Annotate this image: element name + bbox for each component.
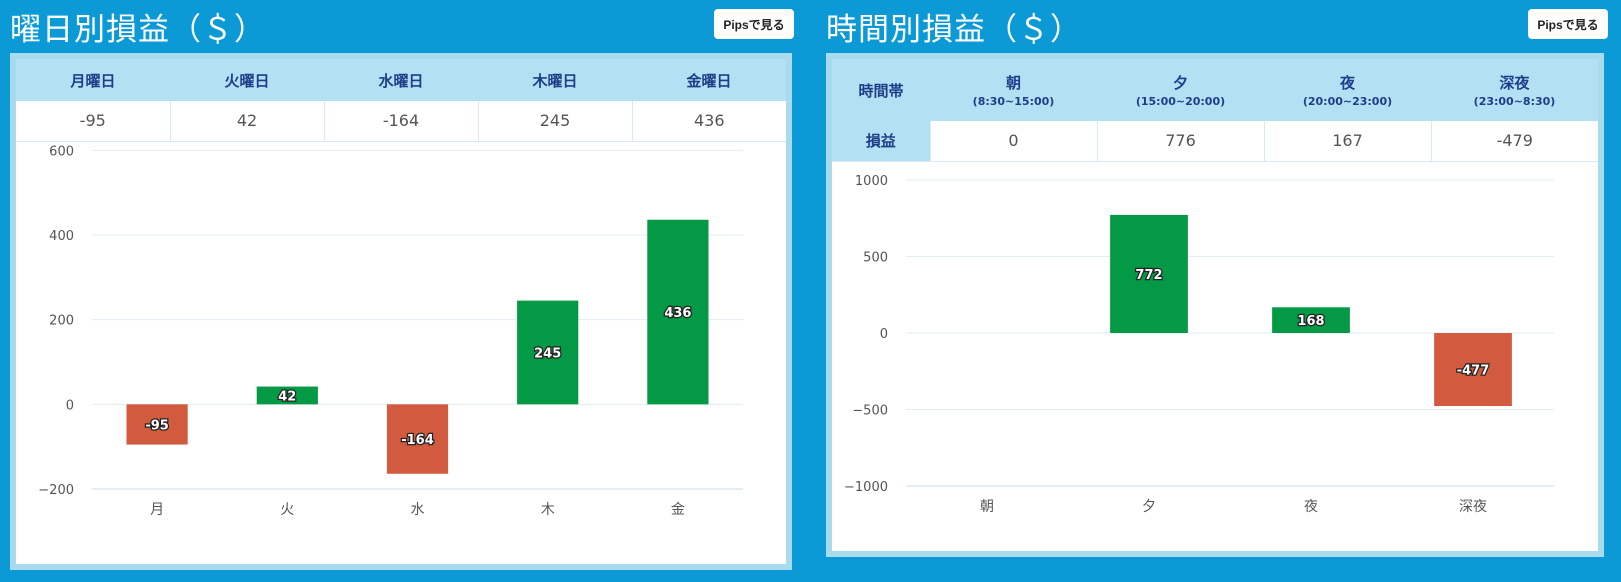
weekday-chart-xtick-label: 火	[280, 502, 294, 518]
timeslot-card: 時間帯 朝 (8:30~15:00) 夕 (15:00~20:00) 夜 (20:00…	[826, 53, 1604, 557]
timeslot-header-night: 夜 (20:00~23:00)	[1264, 59, 1431, 121]
weekday-chart-xtick-label: 月	[150, 502, 164, 518]
weekday-chart: 600 400 200 0 −200 -95 月 42 火 -164 水 245 木 436 金	[38, 144, 743, 518]
weekday-chart-xtick-label: 金	[671, 502, 685, 518]
weekday-chart-data-label: 436	[664, 306, 691, 321]
timeslot-header-evening-range: (15:00~20:00)	[1135, 95, 1226, 108]
timeslot-panel: 時間別損益（＄） Pipsで見る 時間帯 朝 (8:30~15:00) 夕 (15:…	[816, 0, 1621, 582]
weekday-header-fri: 金曜日	[632, 59, 786, 101]
weekday-pips-button[interactable]: Pipsで見る	[714, 9, 794, 39]
timeslot-title: 時間別損益（＄）	[826, 12, 1082, 48]
weekday-value-thu: 245	[478, 101, 633, 142]
timeslot-chart-ytick-label: 1000	[855, 174, 888, 189]
timeslot-chart-xtick-label: 朝	[980, 499, 994, 515]
timeslot-value-latenight: -479	[1431, 121, 1598, 162]
timeslot-header-night-name: 夜	[1339, 74, 1355, 92]
timeslot-chart-xtick-label: 夕	[1142, 499, 1156, 515]
timeslot-chart-data-label: 168	[1297, 314, 1324, 329]
timeslot-header-row: 時間帯 朝 (8:30~15:00) 夕 (15:00~20:00) 夜 (20:00…	[832, 59, 1598, 121]
timeslot-value-night: 167	[1264, 121, 1432, 162]
weekday-chart-data-label: -164	[401, 433, 434, 448]
weekday-value-row: -95 42 -164 245 436	[16, 101, 786, 142]
timeslot-chart-xtick-label: 夜	[1304, 499, 1318, 515]
weekday-value-mon: -95	[16, 101, 171, 142]
weekday-chart-ytick-label: 0	[66, 398, 74, 413]
weekday-chart-data-label: 245	[534, 346, 561, 361]
timeslot-row-header: 時間帯	[832, 59, 930, 121]
weekday-card-inner: 月曜日 火曜日 水曜日 木曜日 金曜日 -95 42 -164 245 436 …	[16, 59, 786, 564]
weekday-chart-ytick-label: 200	[49, 314, 74, 329]
weekday-table: 月曜日 火曜日 水曜日 木曜日 金曜日 -95 42 -164 245 436	[16, 59, 786, 142]
weekday-header-mon: 月曜日	[16, 59, 170, 101]
timeslot-table: 時間帯 朝 (8:30~15:00) 夕 (15:00~20:00) 夜 (20:00…	[832, 59, 1598, 162]
timeslot-value-row: 損益 0 776 167 -479	[832, 121, 1598, 162]
weekday-chart-xtick-label: 木	[541, 502, 555, 518]
weekday-header-wed: 水曜日	[324, 59, 478, 101]
timeslot-value-label: 損益	[832, 121, 931, 162]
timeslot-chart-ytick-label: −500	[852, 404, 888, 419]
timeslot-chart: 1000 500 0 −500 −1000 朝 772 夕 168 夜 -477 深夜	[844, 174, 1554, 515]
timeslot-header-evening-name: 夕	[1172, 74, 1188, 92]
timeslot-chart-data-label: -477	[1457, 363, 1490, 378]
weekday-header-thu: 木曜日	[478, 59, 632, 101]
timeslot-chart-ytick-label: 0	[880, 327, 888, 342]
timeslot-chart-data-label: 772	[1135, 268, 1162, 283]
timeslot-chart-ytick-label: 500	[863, 251, 888, 266]
timeslot-header-morning-name: 朝	[1005, 74, 1021, 92]
weekday-header-tue: 火曜日	[170, 59, 324, 101]
weekday-value-fri: 436	[632, 101, 786, 142]
weekday-chart-ytick-label: −200	[38, 483, 74, 498]
weekday-chart-ytick-label: 400	[49, 229, 74, 244]
timeslot-value-morning: 0	[930, 121, 1098, 162]
timeslot-chart-xtick-label: 深夜	[1459, 499, 1487, 515]
weekday-value-wed: -164	[324, 101, 479, 142]
timeslot-header-latenight-name: 深夜	[1499, 74, 1530, 92]
weekday-value-tue: 42	[170, 101, 325, 142]
weekday-chart-data-label: 42	[278, 389, 296, 404]
weekday-chart-ytick-label: 600	[49, 144, 74, 159]
timeslot-header-morning-range: (8:30~15:00)	[972, 95, 1055, 108]
timeslot-pips-button[interactable]: Pipsで見る	[1528, 9, 1608, 39]
weekday-title: 曜日別損益（＄）	[10, 12, 266, 48]
weekday-header-row: 月曜日 火曜日 水曜日 木曜日 金曜日	[16, 59, 786, 101]
timeslot-header-latenight: 深夜 (23:00~8:30)	[1431, 59, 1598, 121]
timeslot-header-morning: 朝 (8:30~15:00)	[930, 59, 1097, 121]
timeslot-header-latenight-range: (23:00~8:30)	[1473, 95, 1556, 108]
weekday-chart-xtick-label: 水	[411, 502, 425, 518]
timeslot-chart-ytick-label: −1000	[844, 480, 888, 495]
weekday-panel: 曜日別損益（＄） Pipsで見る 月曜日 火曜日 水曜日 木曜日 金曜日 -95…	[0, 0, 794, 582]
timeslot-card-inner: 時間帯 朝 (8:30~15:00) 夕 (15:00~20:00) 夜 (20:00…	[832, 59, 1598, 551]
weekday-card: 月曜日 火曜日 水曜日 木曜日 金曜日 -95 42 -164 245 436 …	[10, 53, 792, 570]
timeslot-value-evening: 776	[1097, 121, 1265, 162]
weekday-chart-data-label: -95	[145, 418, 169, 433]
timeslot-header-evening: 夕 (15:00~20:00)	[1097, 59, 1264, 121]
timeslot-header-night-range: (20:00~23:00)	[1302, 95, 1393, 108]
